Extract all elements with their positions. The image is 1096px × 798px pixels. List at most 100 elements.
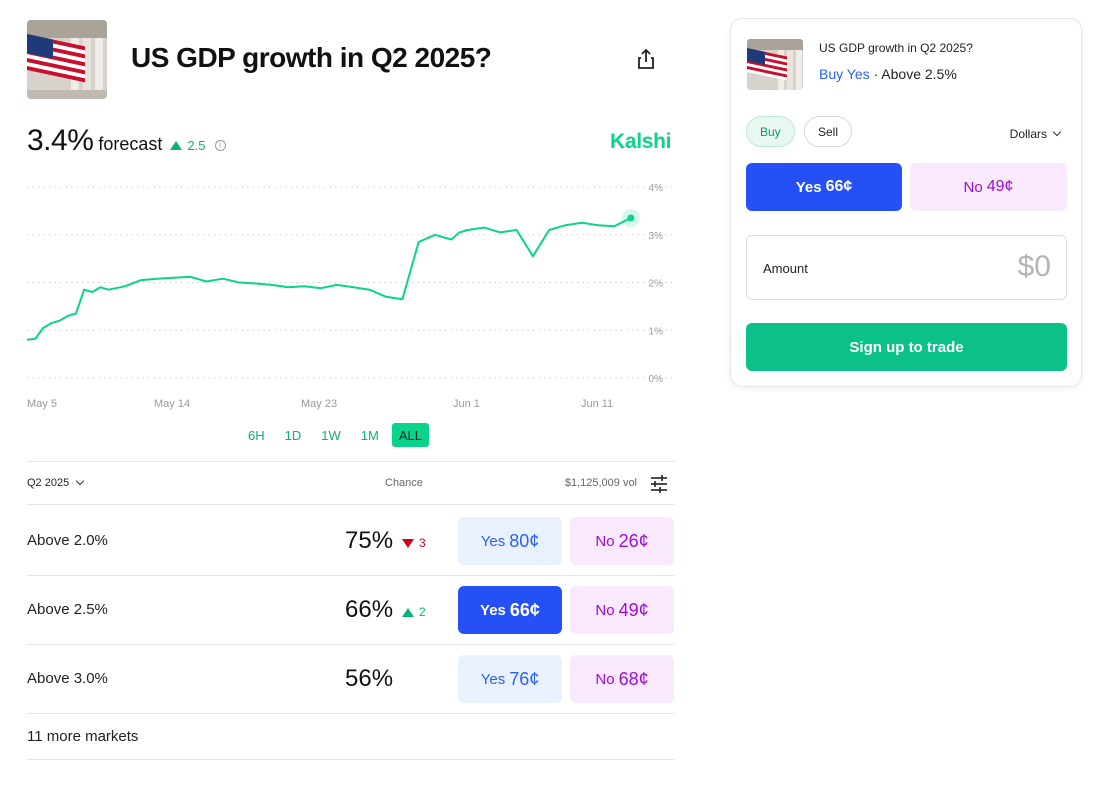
panel-side: Buy Yes	[819, 66, 870, 82]
us-flag-building-image	[27, 20, 107, 99]
no-label: No	[595, 670, 615, 688]
no-label: No	[595, 601, 615, 619]
divider	[27, 644, 675, 645]
x-tick-label: Jun 1	[453, 398, 480, 410]
series-line	[27, 217, 632, 341]
table-header: Q2 2025 Chance $1,125,009 vol	[27, 474, 675, 494]
yes-button[interactable]: Yes 66¢	[458, 586, 562, 634]
market-row-change: 3	[402, 536, 426, 550]
market-row-chance: 75%	[345, 527, 394, 554]
yes-label: Yes	[480, 670, 506, 688]
yes-price: 76¢	[509, 668, 540, 689]
no-price: 26¢	[618, 530, 649, 551]
share-icon[interactable]	[634, 47, 658, 71]
y-tick-label: 4%	[649, 183, 664, 194]
down-arrow-icon	[402, 538, 414, 548]
market-row-chance: 66%	[345, 596, 394, 623]
y-tick-label: 2%	[649, 279, 664, 290]
y-tick-label: 3%	[649, 231, 664, 242]
yes-label: Yes	[480, 532, 506, 550]
forecast-summary: 3.4% forecast 2.5 i	[27, 124, 226, 158]
panel-thumbnail	[747, 39, 803, 90]
x-tick-label: May 14	[154, 398, 190, 410]
buy-toggle[interactable]: Buy	[746, 116, 795, 147]
sell-toggle[interactable]: Sell	[804, 116, 853, 147]
x-tick-label: May 5	[27, 398, 57, 410]
no-price: 68¢	[618, 668, 649, 689]
no-button[interactable]: No 49¢	[570, 586, 674, 634]
amount-value: $0	[1017, 250, 1051, 283]
currency-selector[interactable]: Dollars	[1009, 127, 1062, 141]
panel-no-price: 49¢	[986, 178, 1014, 195]
chevron-down-icon	[75, 476, 85, 486]
period-label: Q2 2025	[27, 477, 70, 489]
range-tab-1d[interactable]: 1D	[278, 423, 309, 447]
volume-label: $1,125,009 vol	[564, 477, 637, 489]
currency-label: Dollars	[1009, 127, 1047, 141]
panel-no-label: No	[963, 178, 983, 196]
market-row-change: 2	[402, 605, 426, 619]
x-tick-label: May 23	[301, 398, 337, 410]
range-tab-1m[interactable]: 1M	[354, 423, 386, 447]
market-row-change-value: 2	[419, 605, 426, 619]
yes-label: Yes	[480, 601, 506, 619]
divider	[27, 759, 675, 760]
divider	[27, 461, 675, 462]
panel-separator: ·	[869, 66, 882, 82]
yes-button[interactable]: Yes 80¢	[458, 517, 562, 565]
forecast-change: 2.5	[170, 138, 206, 153]
panel-no-button[interactable]: No 49¢	[910, 163, 1067, 211]
panel-yes-price: 66¢	[825, 178, 853, 195]
filter-sliders-icon[interactable]	[649, 474, 669, 494]
yes-price: 66¢	[509, 599, 540, 620]
no-button[interactable]: No 68¢	[570, 655, 674, 703]
panel-yes-button[interactable]: Yes 66¢	[746, 163, 902, 211]
amount-input[interactable]: Amount $0	[746, 235, 1067, 300]
market-row[interactable]: Above 2.0% 75% 3 Yes 80¢ No 26¢	[27, 517, 675, 565]
panel-market-title: US GDP growth in Q2 2025?	[819, 41, 973, 55]
info-icon[interactable]: i	[214, 140, 226, 151]
market-row[interactable]: Above 3.0% 56% Yes 76¢ No 68¢	[27, 655, 675, 703]
up-arrow-icon	[170, 141, 183, 150]
forecast-label: forecast	[98, 134, 163, 154]
panel-selection: Buy Yes · Above 2.5%	[819, 66, 957, 82]
divider	[27, 504, 675, 505]
panel-selection-label: Above 2.5%	[881, 66, 957, 82]
market-row-change-value: 3	[419, 536, 426, 550]
up-arrow-icon	[402, 607, 414, 617]
forecast-value: 3.4%	[27, 124, 94, 157]
no-label: No	[595, 532, 615, 550]
y-tick-label: 0%	[649, 374, 664, 385]
trade-panel: US GDP growth in Q2 2025? Buy Yes · Abov…	[730, 18, 1082, 387]
range-tab-1w[interactable]: 1W	[314, 423, 348, 447]
range-tab-6h[interactable]: 6H	[241, 423, 272, 447]
yes-button[interactable]: Yes 76¢	[458, 655, 562, 703]
range-tabs: 6H 1D 1W 1M ALL	[241, 423, 429, 447]
market-thumbnail	[27, 20, 107, 99]
y-tick-label: 1%	[649, 326, 664, 337]
divider	[27, 575, 675, 576]
yes-price: 80¢	[509, 530, 540, 551]
amount-label: Amount	[763, 261, 808, 276]
chevron-down-icon	[1052, 127, 1062, 137]
panel-yes-label: Yes	[795, 178, 822, 196]
more-markets-link[interactable]: 11 more markets	[27, 728, 138, 745]
market-title: US GDP growth in Q2 2025?	[131, 42, 492, 73]
market-row-label: Above 2.0%	[27, 532, 108, 549]
sign-up-button[interactable]: Sign up to trade	[746, 323, 1067, 371]
x-tick-label: Jun 11	[581, 398, 613, 410]
period-selector[interactable]: Q2 2025	[27, 476, 85, 489]
market-row-label: Above 3.0%	[27, 670, 108, 687]
us-flag-building-image	[747, 39, 803, 90]
forecast-change-value: 2.5	[187, 138, 206, 153]
market-row[interactable]: Above 2.5% 66% 2 Yes 66¢ No 49¢	[27, 586, 675, 634]
market-row-label: Above 2.5%	[27, 601, 108, 618]
no-price: 49¢	[618, 599, 649, 620]
no-button[interactable]: No 26¢	[570, 517, 674, 565]
chance-header: Chance	[385, 477, 423, 489]
current-point	[627, 214, 635, 222]
brand-logo: Kalshi	[610, 130, 672, 153]
range-tab-all[interactable]: ALL	[391, 423, 429, 447]
probability-chart: 4% 3% 2% 1% 0% May 5 May 14 May 23 Jun 1 Jun 11	[27, 183, 675, 410]
divider	[27, 713, 675, 714]
